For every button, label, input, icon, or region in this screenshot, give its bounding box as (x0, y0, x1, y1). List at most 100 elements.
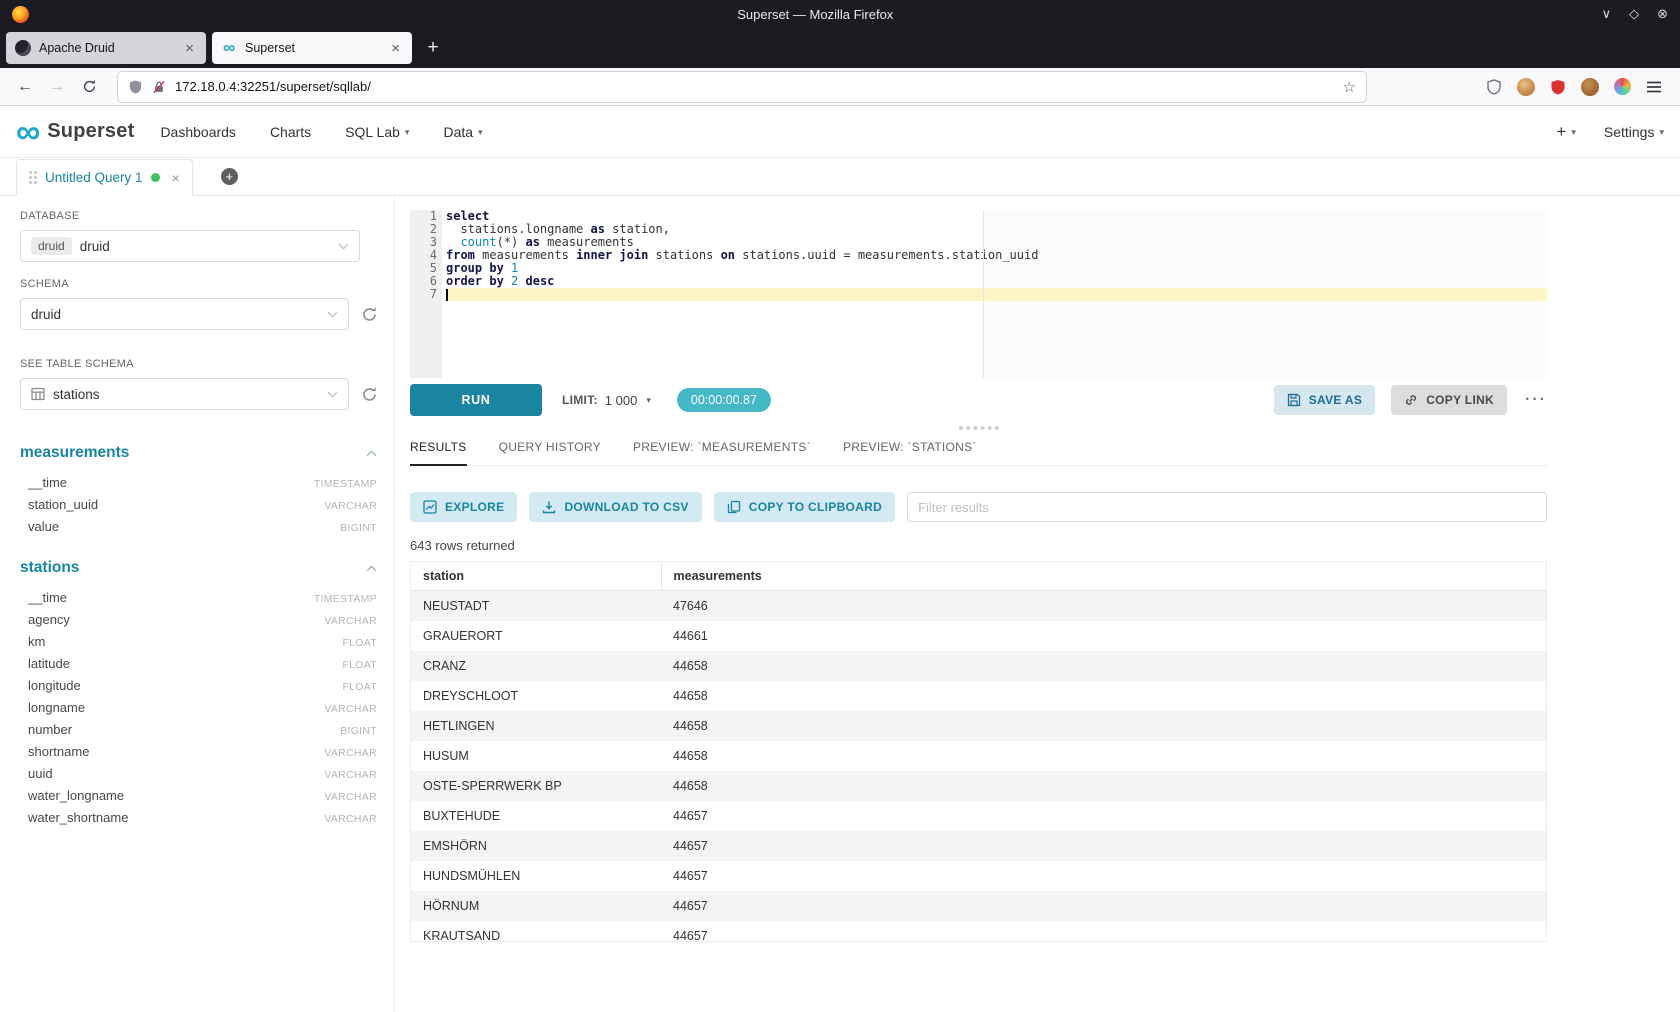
editor-toolbar: RUN LIMIT: 1 000 ▾ 00:00:00.87 SAVE AS C… (410, 384, 1547, 416)
text-cursor (446, 289, 448, 301)
back-button[interactable]: ← (10, 72, 40, 102)
column-name: km (28, 634, 45, 649)
column-type: FLOAT (342, 681, 377, 693)
results-tab-preview-measurements[interactable]: PREVIEW: `MEASUREMENTS` (633, 440, 811, 465)
results-tab-query-history[interactable]: QUERY HISTORY (499, 440, 601, 465)
limit-dropdown[interactable]: LIMIT: 1 000 ▾ (562, 393, 651, 408)
url-text[interactable]: 172.18.0.4:32251/superset/sqllab/ (175, 79, 1334, 94)
station-cell: HÖRNUM (411, 891, 661, 921)
chevron-up-icon[interactable] (366, 565, 377, 572)
extension-pinwheel-icon[interactable] (1614, 78, 1631, 95)
sql-editor[interactable]: 1234567 select stations.longname as stat… (410, 210, 1547, 378)
superset-logo[interactable]: ∞ Superset (16, 119, 134, 145)
chevron-up-icon[interactable] (366, 450, 377, 457)
column-name: number (28, 722, 72, 737)
code-line: order by 2 desc (446, 275, 1547, 288)
pane-splitter[interactable] (410, 416, 1547, 440)
new-tab-button[interactable]: + (418, 33, 448, 63)
column-type: VARCHAR (324, 500, 377, 512)
column-name: water_longname (28, 788, 124, 803)
nav-item-dashboards[interactable]: Dashboards (160, 124, 236, 140)
superset-infinity-icon: ∞ (16, 119, 40, 145)
table-icon (31, 387, 45, 401)
measurements-cell: 44657 (661, 921, 1546, 942)
nav-item-data[interactable]: Data▾ (443, 124, 482, 140)
query-tab-untitled-query-1[interactable]: Untitled Query 1 × (16, 159, 193, 196)
insecure-lock-icon[interactable] (152, 80, 166, 94)
database-select[interactable]: druid druid (20, 230, 360, 262)
tab-close-icon[interactable]: × (182, 40, 197, 57)
chevron-down-icon (327, 311, 338, 318)
copy-link-button[interactable]: COPY LINK (1391, 385, 1507, 415)
run-button[interactable]: RUN (410, 384, 542, 416)
table-section: stations __timeTIMESTAMPagencyVARCHARkmF… (20, 559, 378, 828)
permissions-shield-icon[interactable] (1486, 79, 1502, 95)
extension-avatar-icon[interactable] (1581, 78, 1599, 96)
drag-handle-icon[interactable] (29, 171, 37, 184)
table-header-stations[interactable]: stations (20, 559, 377, 577)
column-name: uuid (28, 766, 53, 781)
code-line (446, 288, 1547, 301)
table-select[interactable]: stations (20, 378, 349, 410)
download-csv-button[interactable]: DOWNLOAD TO CSV (529, 492, 701, 522)
window-maximize-icon[interactable]: ◇ (1629, 6, 1639, 22)
browser-tab-apache-druid[interactable]: Apache Druid × (6, 32, 206, 64)
measurements-cell: 44658 (661, 651, 1546, 681)
result-row: OSTE-SPERRWERK BP44658 (411, 771, 1546, 801)
column-header-measurements[interactable]: measurements (661, 562, 1546, 591)
table-value: stations (53, 387, 100, 402)
column-type: FLOAT (342, 659, 377, 671)
settings-menu[interactable]: Settings▾ (1604, 124, 1664, 140)
results-header-row: station measurements (411, 562, 1546, 591)
browser-tab-superset[interactable]: ∞ Superset × (212, 32, 412, 64)
refresh-tables-button[interactable] (361, 386, 378, 403)
extension-icons (1478, 78, 1670, 96)
refresh-schemas-button[interactable] (361, 306, 378, 323)
add-query-tab-button[interactable]: + (221, 168, 238, 185)
editor-gutter: 1234567 (410, 210, 442, 378)
window-minimize-icon[interactable]: ∨ (1602, 6, 1612, 22)
measurements-cell: 44657 (661, 861, 1546, 891)
query-tab-close-icon[interactable]: × (172, 170, 180, 186)
chevron-down-icon (327, 391, 338, 398)
result-row: GRAUERORT44661 (411, 621, 1546, 651)
copy-to-clipboard-button[interactable]: COPY TO CLIPBOARD (714, 492, 895, 522)
add-new-button[interactable]: +▾ (1556, 122, 1575, 142)
reload-button[interactable] (74, 72, 104, 102)
limit-value: 1 000 (605, 393, 638, 408)
chevron-down-icon: ▾ (478, 127, 483, 137)
column-header-station[interactable]: station (411, 562, 661, 591)
forward-button[interactable]: → (42, 72, 72, 102)
editor-pane: 1234567 select stations.longname as stat… (395, 196, 1680, 1012)
column-row: agencyVARCHAR (20, 608, 377, 630)
tab-close-icon[interactable]: × (388, 40, 403, 57)
editor-code[interactable]: select stations.longname as station, cou… (442, 210, 1547, 378)
save-icon (1287, 393, 1301, 407)
window-close-icon[interactable]: ⊗ (1657, 6, 1668, 22)
station-cell: HUSUM (411, 741, 661, 771)
measurements-cell: 47646 (661, 591, 1546, 622)
url-bar[interactable]: 172.18.0.4:32251/superset/sqllab/ ☆ (118, 72, 1366, 102)
menu-icon[interactable] (1646, 80, 1662, 94)
results-tab-results[interactable]: RESULTS (410, 440, 467, 466)
schema-select[interactable]: druid (20, 298, 349, 330)
druid-favicon-icon (15, 40, 31, 56)
results-table[interactable]: station measurements NEUSTADT47646GRAUER… (410, 561, 1547, 942)
ublock-icon[interactable] (1550, 79, 1566, 95)
profile-avatar-icon[interactable] (1517, 78, 1535, 96)
table-header-measurements[interactable]: measurements (20, 444, 377, 462)
query-tab-bar: Untitled Query 1 × + (0, 158, 1680, 196)
tracking-shield-icon[interactable] (128, 79, 143, 95)
save-as-button[interactable]: SAVE AS (1274, 385, 1375, 415)
link-icon (1404, 393, 1418, 407)
bookmark-star-icon[interactable]: ☆ (1343, 78, 1356, 96)
explore-button[interactable]: EXPLORE (410, 492, 517, 522)
nav-item-sql-lab[interactable]: SQL Lab▾ (345, 124, 409, 140)
more-options-button[interactable]: ··· (1525, 391, 1547, 409)
browser-tabstrip: Apache Druid × ∞ Superset × + (0, 28, 1680, 68)
station-cell: CRANZ (411, 651, 661, 681)
chart-icon (423, 500, 437, 514)
filter-results-input[interactable] (907, 492, 1547, 522)
nav-item-charts[interactable]: Charts (270, 124, 311, 140)
results-tab-preview-stations[interactable]: PREVIEW: `STATIONS` (843, 440, 977, 465)
